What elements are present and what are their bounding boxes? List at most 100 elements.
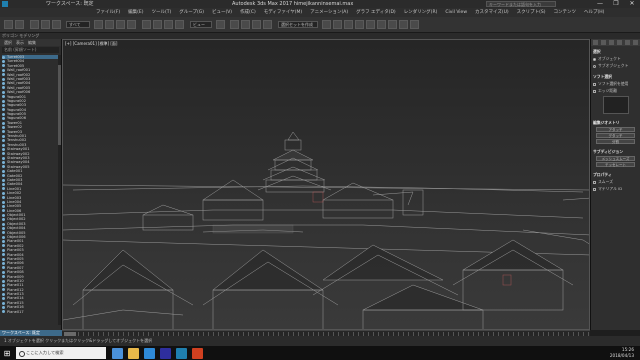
search-input[interactable]: キーワードまたは語句を入力 [486, 1, 556, 7]
visibility-eye-icon[interactable] [2, 178, 5, 182]
menu-file[interactable]: ファイル(F) [96, 8, 120, 17]
visibility-eye-icon[interactable] [2, 284, 5, 287]
visibility-eye-icon[interactable] [2, 204, 5, 208]
menu-animation[interactable]: アニメーション(A) [310, 8, 348, 17]
angle-snap-icon[interactable] [241, 20, 250, 29]
create-tab-icon[interactable] [592, 40, 598, 45]
visibility-eye-icon[interactable] [2, 77, 5, 81]
taskbar-search-input[interactable]: ここに入力して検索 [16, 347, 106, 359]
selection-filter-dropdown[interactable]: すべて [66, 21, 90, 28]
taskbar-app-icon[interactable] [160, 347, 171, 359]
visibility-eye-icon[interactable] [2, 266, 5, 270]
visibility-eye-icon[interactable] [2, 68, 5, 72]
placement-icon[interactable] [175, 20, 184, 29]
radio-object[interactable]: オブジェクト [593, 56, 638, 62]
hierarchy-tab-icon[interactable] [608, 40, 614, 45]
checkbox-material-id[interactable]: マテリアル ID [593, 186, 638, 192]
split-button[interactable]: 分割 [596, 139, 635, 144]
visibility-eye-icon[interactable] [2, 301, 5, 305]
visibility-eye-icon[interactable] [2, 288, 5, 292]
visibility-eye-icon[interactable] [2, 222, 5, 226]
curve-editor-icon[interactable] [355, 20, 364, 29]
menu-help[interactable]: ヘルプ(H) [584, 8, 604, 17]
select-object-icon[interactable] [94, 20, 103, 29]
rollout-header[interactable]: 編集ジオメトリ [593, 120, 638, 126]
visibility-eye-icon[interactable] [2, 200, 5, 204]
scale-icon[interactable] [164, 20, 173, 29]
material-editor-icon[interactable] [377, 20, 386, 29]
redo-icon[interactable] [15, 20, 24, 29]
link-icon[interactable] [30, 20, 39, 29]
windows-start-icon[interactable]: ⊞ [0, 346, 14, 360]
menu-modifiers[interactable]: モディファイヤ(M) [264, 8, 302, 17]
spinner-snap-icon[interactable] [263, 20, 272, 29]
render-icon[interactable] [410, 20, 419, 29]
viewport-label[interactable]: [+] [Camera01] [標準] [面] [65, 41, 117, 47]
minimize-button[interactable]: — [592, 0, 608, 8]
maximize-button[interactable]: ❐ [608, 0, 624, 8]
menu-edit[interactable]: 編集(E) [128, 8, 143, 17]
taskbar-app-icon[interactable] [192, 347, 203, 359]
app-logo-icon[interactable] [2, 1, 8, 7]
close-button[interactable]: ✕ [624, 0, 640, 8]
visibility-eye-icon[interactable] [2, 275, 5, 279]
visibility-eye-icon[interactable] [2, 90, 5, 94]
tab-display[interactable]: 表示 [16, 39, 24, 46]
modify-tab-icon[interactable] [600, 40, 606, 45]
taskbar-app-icon[interactable] [144, 347, 155, 359]
visibility-eye-icon[interactable] [2, 156, 5, 160]
render-setup-icon[interactable] [388, 20, 397, 29]
visibility-eye-icon[interactable] [2, 64, 5, 68]
rollout-header[interactable]: 選択 [593, 49, 638, 55]
checkbox-use-soft-selection[interactable]: ソフト選択を使用 [593, 81, 638, 87]
visibility-eye-icon[interactable] [2, 262, 5, 266]
visibility-eye-icon[interactable] [2, 218, 5, 222]
menu-customize[interactable]: カスタマイズ(U) [475, 8, 509, 17]
mirror-icon[interactable] [322, 20, 331, 29]
visibility-eye-icon[interactable] [2, 213, 5, 217]
tab-edit[interactable]: 編集 [28, 39, 36, 46]
rendered-frame-icon[interactable] [399, 20, 408, 29]
visibility-eye-icon[interactable] [2, 95, 5, 99]
visibility-eye-icon[interactable] [2, 209, 5, 213]
system-tray-clock[interactable]: 15:26 2018/04/13 [610, 346, 634, 360]
workspace-label[interactable]: ワークスペース: 既定 [46, 0, 94, 8]
camera-viewport[interactable]: [+] [Camera01] [標準] [面] [62, 39, 590, 330]
select-by-name-icon[interactable] [105, 20, 114, 29]
percent-snap-icon[interactable] [252, 20, 261, 29]
visibility-eye-icon[interactable] [2, 235, 5, 239]
visibility-eye-icon[interactable] [2, 108, 5, 112]
visibility-eye-icon[interactable] [2, 55, 5, 59]
tab-select[interactable]: 選択 [4, 39, 12, 46]
reference-coordinate-dropdown[interactable]: ビュー [190, 21, 212, 28]
visibility-eye-icon[interactable] [2, 183, 5, 187]
rotate-icon[interactable] [153, 20, 162, 29]
menu-view[interactable]: ビュー(V) [212, 8, 232, 17]
visibility-eye-icon[interactable] [2, 253, 5, 257]
utilities-tab-icon[interactable] [633, 40, 639, 45]
visibility-eye-icon[interactable] [2, 130, 5, 134]
menu-group[interactable]: グループ(G) [179, 8, 204, 17]
visibility-eye-icon[interactable] [2, 292, 5, 296]
visibility-eye-icon[interactable] [2, 165, 5, 169]
visibility-eye-icon[interactable] [2, 125, 5, 129]
visibility-eye-icon[interactable] [2, 240, 5, 244]
scene-explorer-sort-header[interactable]: 名前 (昇順ソート) [2, 47, 59, 53]
taskbar-app-icon[interactable] [128, 347, 139, 359]
visibility-eye-icon[interactable] [2, 169, 5, 173]
window-crossing-icon[interactable] [127, 20, 136, 29]
visibility-eye-icon[interactable] [2, 196, 5, 200]
detach-button[interactable]: デタッチ [596, 133, 635, 138]
snap-toggle-icon[interactable] [230, 20, 239, 29]
visibility-eye-icon[interactable] [2, 257, 5, 261]
layer-explorer-icon[interactable] [344, 20, 353, 29]
radio-subobject[interactable]: サブオブジェクト [593, 63, 638, 69]
visibility-eye-icon[interactable] [2, 139, 5, 143]
named-selection-sets-dropdown[interactable]: 選択セットを作成 [278, 21, 318, 28]
visibility-eye-icon[interactable] [2, 82, 5, 86]
meshsmooth-button[interactable]: メッシュスムーズ [596, 156, 635, 161]
visibility-eye-icon[interactable] [2, 134, 5, 138]
menu-scripting[interactable]: スクリプト(S) [517, 8, 546, 17]
scene-list-item[interactable]: Plane017 [2, 310, 58, 314]
pivot-icon[interactable] [216, 20, 225, 29]
